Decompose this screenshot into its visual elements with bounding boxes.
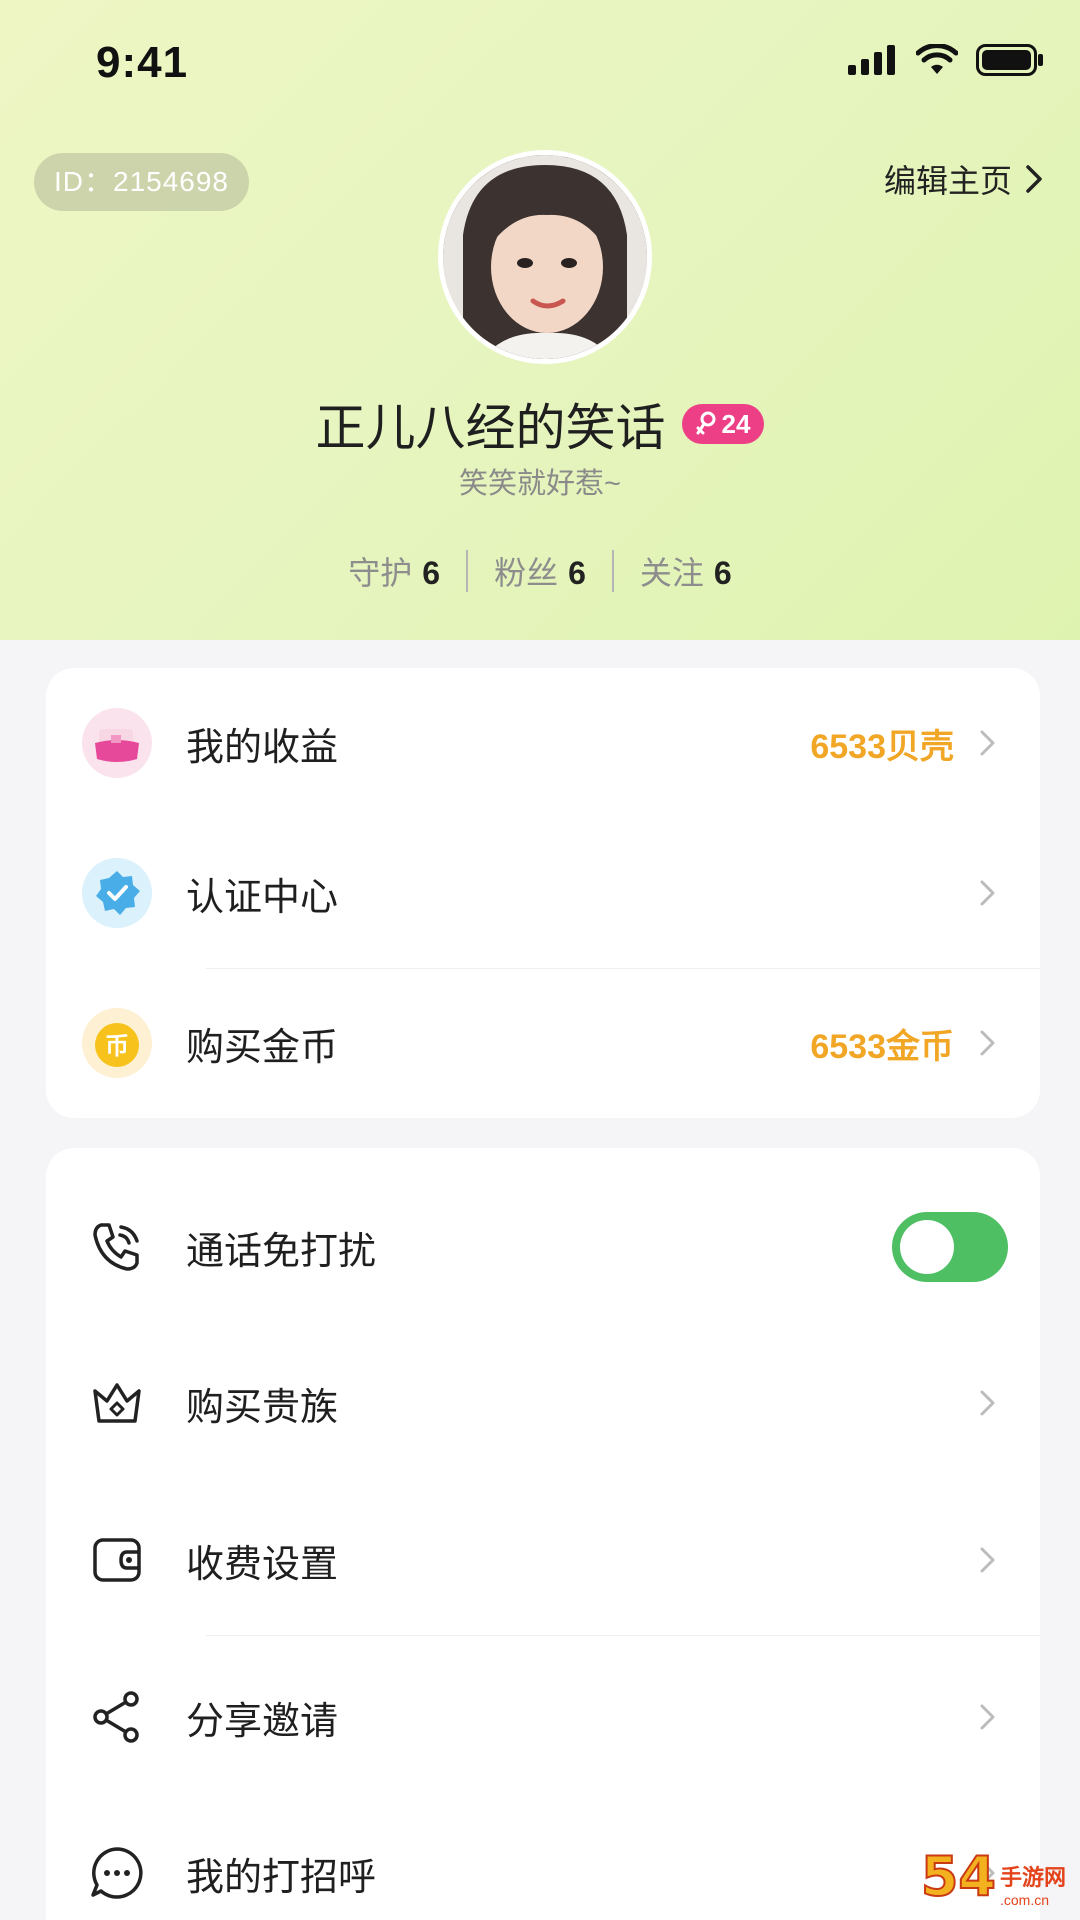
watermark-small: 手游网 bbox=[999, 1865, 1066, 1890]
chat-bubble-icon bbox=[82, 1838, 152, 1908]
battery-icon bbox=[976, 44, 1043, 76]
menu-item-label: 认证中心 bbox=[186, 876, 339, 919]
stat-label: 守护 bbox=[348, 555, 413, 591]
menu-item-value: 6533贝壳 bbox=[810, 727, 954, 766]
status-bar: 9:41 bbox=[0, 0, 1080, 130]
stat-value: 6 bbox=[713, 555, 732, 591]
menu-item-buy-coins[interactable]: 币 购买金币 6533金币 bbox=[46, 968, 1040, 1118]
watermark-tiny: .com.cn bbox=[999, 1892, 1049, 1908]
menu-item-label: 我的收益 bbox=[186, 726, 339, 769]
chevron-right-icon bbox=[980, 1390, 995, 1416]
stat-value: 6 bbox=[422, 555, 441, 591]
share-icon bbox=[82, 1682, 152, 1752]
profile-header: 9:41 ID：2154698 编辑主页 正儿八经的笑话 24 笑笑就好惹~ 守… bbox=[0, 0, 1080, 640]
wallet-outline-icon bbox=[82, 1525, 152, 1595]
menu-item-fee-settings[interactable]: 收费设置 bbox=[46, 1485, 1040, 1635]
earnings-card: 我的收益 6533贝壳 认证中心 币 购买金币 6533金币 bbox=[46, 668, 1040, 1118]
menu-item-earnings[interactable]: 我的收益 6533贝壳 bbox=[46, 668, 1040, 818]
edit-profile-label: 编辑主页 bbox=[883, 163, 1012, 199]
user-name: 正儿八经的笑话 bbox=[315, 400, 666, 456]
menu-item-buy-noble[interactable]: 购买贵族 bbox=[46, 1328, 1040, 1478]
level-badge: 24 bbox=[681, 404, 765, 444]
stat-label: 粉丝 bbox=[494, 555, 559, 591]
coin-icon: 币 bbox=[82, 1008, 152, 1078]
divider bbox=[206, 1635, 1040, 1636]
menu-item-label: 通话免打扰 bbox=[186, 1230, 377, 1273]
menu-item-greetings[interactable]: 我的打招呼 bbox=[46, 1798, 1040, 1920]
menu-item-value: 6533金币 bbox=[810, 1027, 954, 1066]
chevron-right-icon bbox=[980, 1030, 995, 1056]
level-value: 24 bbox=[721, 408, 751, 439]
menu-item-label: 购买贵族 bbox=[186, 1386, 339, 1429]
stat-value: 6 bbox=[568, 555, 586, 591]
female-symbol-icon bbox=[696, 411, 716, 435]
chevron-right-icon bbox=[980, 730, 995, 756]
chevron-right-icon bbox=[980, 1547, 995, 1573]
name-row: 正儿八经的笑话 24 bbox=[0, 388, 1080, 460]
menu-item-share-invite[interactable]: 分享邀请 bbox=[46, 1642, 1040, 1792]
avatar[interactable] bbox=[438, 150, 652, 364]
menu-item-label: 分享邀请 bbox=[186, 1700, 339, 1743]
user-bio: 笑笑就好惹~ bbox=[459, 468, 621, 500]
avatar-photo bbox=[443, 155, 647, 359]
stat-label: 关注 bbox=[639, 555, 704, 591]
phone-call-icon bbox=[82, 1212, 152, 1282]
chevron-right-icon bbox=[980, 1704, 995, 1730]
settings-card: 通话免打扰 购买贵族 收费设置 分享邀请 我的打招呼 bbox=[46, 1148, 1040, 1920]
menu-item-call-dnd[interactable]: 通话免打扰 bbox=[46, 1172, 1040, 1322]
stats-row: 守护 6 粉丝 6 关注 6 bbox=[0, 548, 1080, 594]
status-icons bbox=[848, 44, 1044, 76]
chevron-right-icon bbox=[980, 880, 995, 906]
menu-item-label: 购买金币 bbox=[186, 1026, 339, 1069]
toggle-knob bbox=[900, 1220, 954, 1274]
menu-item-verification[interactable]: 认证中心 bbox=[46, 818, 1040, 968]
status-time: 9:41 bbox=[96, 38, 189, 87]
stat-fans[interactable]: 粉丝 6 bbox=[468, 548, 612, 594]
watermark-big: 54 bbox=[920, 1844, 997, 1909]
chevron-right-icon bbox=[1026, 165, 1042, 193]
cellular-signal-icon bbox=[848, 45, 895, 75]
call-dnd-toggle[interactable] bbox=[892, 1212, 1008, 1282]
wifi-icon bbox=[916, 44, 958, 74]
crown-icon bbox=[82, 1368, 152, 1438]
user-id-badge: ID：2154698 bbox=[34, 153, 250, 211]
verified-badge-icon bbox=[82, 858, 152, 928]
watermark-logo: 54 手游网 .com.cn bbox=[920, 1844, 1066, 1909]
svg-text:币: 币 bbox=[105, 1032, 129, 1060]
stat-following[interactable]: 关注 6 bbox=[614, 548, 758, 594]
stat-guard[interactable]: 守护 6 bbox=[322, 548, 466, 594]
menu-item-label: 收费设置 bbox=[186, 1543, 339, 1586]
edit-profile-link[interactable]: 编辑主页 bbox=[884, 156, 1044, 202]
watermark-text: 手游网 .com.cn bbox=[1000, 1860, 1066, 1908]
wallet-icon bbox=[82, 708, 152, 778]
menu-item-label: 我的打招呼 bbox=[186, 1856, 377, 1899]
